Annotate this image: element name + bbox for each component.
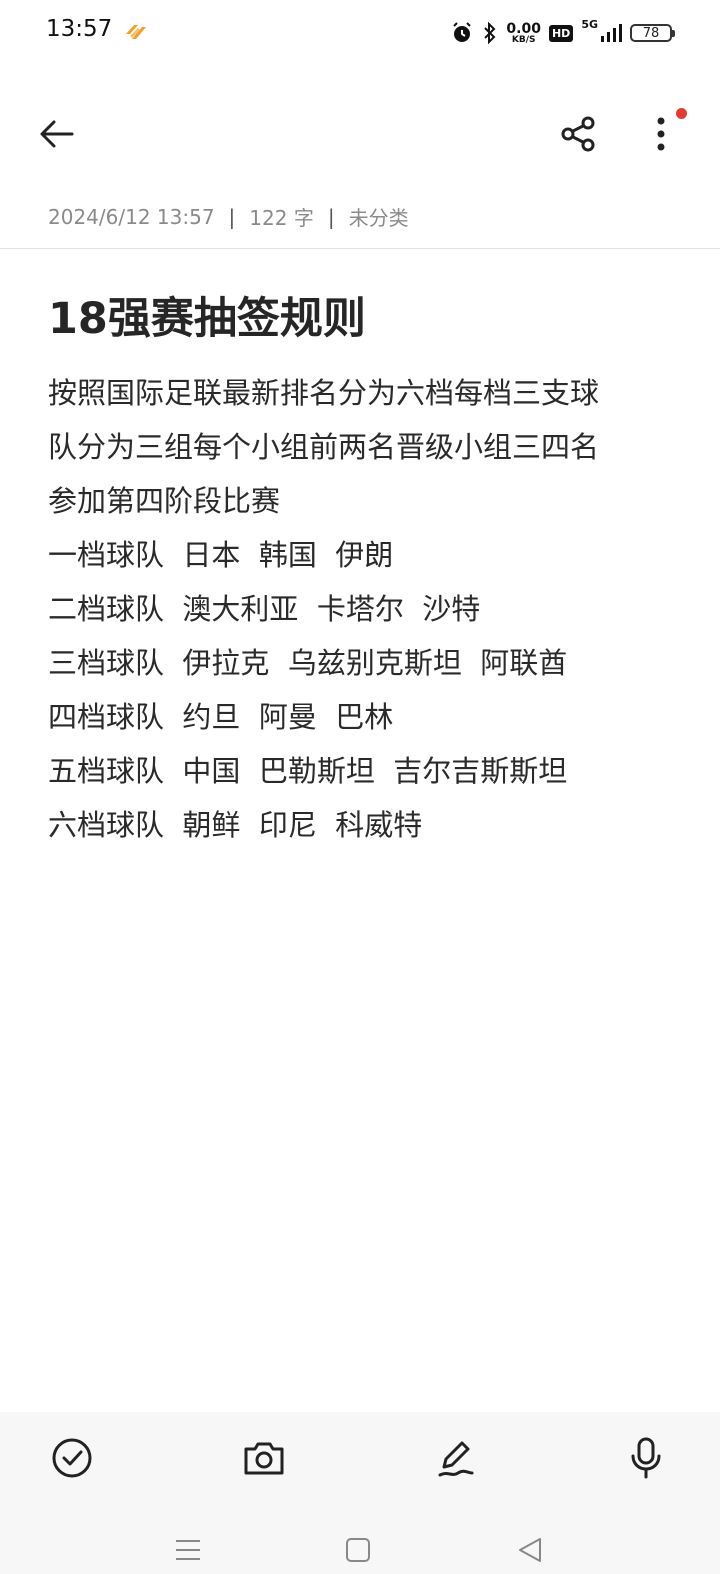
- alarm-icon: [453, 22, 472, 42]
- check-circle-icon: [52, 1438, 92, 1478]
- meta-separator: |: [228, 204, 236, 229]
- share-icon: [561, 116, 595, 152]
- arrow-left-icon: [40, 120, 74, 148]
- signal-icon: [601, 24, 622, 42]
- pen-icon: [438, 1441, 474, 1477]
- checklist-button[interactable]: [48, 1434, 96, 1482]
- note-line: 参加第四阶段比赛: [48, 484, 281, 518]
- recents-nav-button[interactable]: [170, 1532, 206, 1568]
- square-icon: [346, 1538, 370, 1562]
- note-line: 五档球队 中国 巴勒斯坦 吉尔吉斯斯坦: [48, 754, 568, 788]
- note-line: 二档球队 澳大利亚 卡塔尔 沙特: [48, 592, 481, 626]
- network-type: 5G: [581, 18, 598, 31]
- status-bar: 13:57 0.00 KB/S HD 5G 78: [0, 0, 720, 66]
- note-line: 一档球队 日本 韩国 伊朗: [48, 538, 394, 572]
- app-notification-icon: [126, 25, 146, 39]
- note-date: 2024/6/12 13:57: [48, 204, 215, 229]
- share-button[interactable]: [552, 108, 604, 160]
- meta-separator: |: [327, 204, 335, 229]
- battery-level: 78: [642, 25, 660, 41]
- battery-indicator: 78: [630, 24, 675, 42]
- bluetooth-icon: [484, 22, 496, 44]
- triangle-back-icon: [519, 1538, 541, 1562]
- note-title[interactable]: 18强赛抽签规则: [48, 284, 366, 346]
- note-line: 按照国际足联最新排名分为六档每档三支球: [48, 376, 600, 410]
- more-vertical-icon: [657, 117, 665, 151]
- divider: [0, 248, 720, 249]
- note-category[interactable]: 未分类: [349, 202, 409, 231]
- camera-button[interactable]: [240, 1434, 288, 1482]
- speed-value: 0.00: [506, 20, 541, 37]
- handwriting-button[interactable]: [432, 1434, 480, 1482]
- speed-unit: KB/S: [511, 34, 536, 45]
- note-line: 队分为三组每个小组前两名晋级小组三四名: [48, 430, 600, 464]
- voice-button[interactable]: [622, 1434, 670, 1482]
- hd-badge: HD: [548, 24, 574, 42]
- note-meta: 2024/6/12 13:57 | 122 字 | 未分类: [48, 202, 409, 231]
- note-line: 四档球队 约旦 阿曼 巴林: [48, 700, 394, 734]
- note-line: 三档球队 伊拉克 乌兹别克斯坦 阿联酋: [48, 646, 568, 680]
- note-line: 六档球队 朝鲜 印尼 科威特: [48, 808, 423, 842]
- note-body[interactable]: 按照国际足联最新排名分为六档每档三支球 队分为三组每个小组前两名晋级小组三四名 …: [48, 366, 688, 852]
- notification-dot: [676, 108, 687, 119]
- microphone-icon: [631, 1437, 661, 1479]
- word-count: 122 字: [249, 206, 314, 230]
- camera-icon: [244, 1442, 284, 1475]
- menu-icon: [176, 1540, 200, 1560]
- home-nav-button[interactable]: [340, 1532, 376, 1568]
- back-nav-button[interactable]: [512, 1532, 548, 1568]
- status-time: 13:57: [46, 16, 113, 42]
- back-button[interactable]: [32, 110, 80, 158]
- network-speed: 0.00 KB/S: [506, 22, 541, 45]
